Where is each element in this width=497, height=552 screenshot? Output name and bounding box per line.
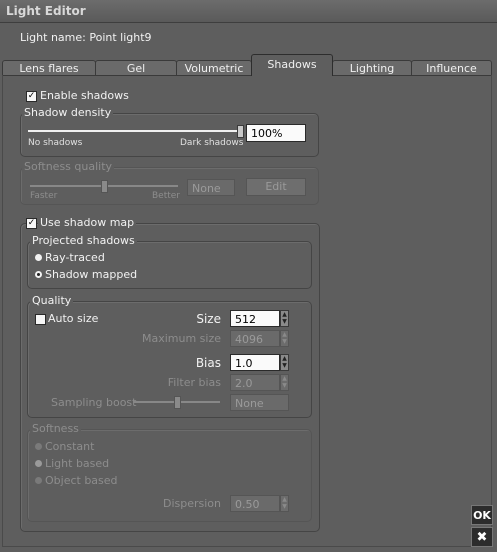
dispersion-input: 0.50 <box>230 495 280 512</box>
light-based-label: Light based <box>45 457 110 470</box>
check-icon: ✓ <box>27 91 36 101</box>
quality-title: Quality <box>30 294 74 307</box>
softness-quality-slider-thumb <box>101 180 108 193</box>
object-based-label: Object based <box>45 474 118 487</box>
shadow-density-min-label: No shadows <box>28 138 83 148</box>
maximum-size-label: Maximum size <box>141 332 221 345</box>
ray-traced-label: Ray-traced <box>45 251 105 264</box>
sampling-boost-slider-thumb <box>174 396 181 409</box>
shadow-density-input[interactable]: 100% <box>246 124 306 142</box>
shadow-density-slider-thumb[interactable] <box>237 125 244 138</box>
arrow-up-icon[interactable]: ▲ <box>282 355 287 362</box>
filter-bias-spinner: ▲ ▼ <box>280 374 289 391</box>
arrow-up-icon: ▲ <box>282 331 287 338</box>
tab-lighting[interactable]: Lighting <box>332 60 412 76</box>
tab-shadows[interactable]: Shadows <box>251 54 333 76</box>
size-input[interactable]: 512 <box>230 310 280 327</box>
shadow-mapped-radio[interactable] <box>35 271 42 278</box>
window-title: Light Editor <box>6 4 86 18</box>
arrow-down-icon[interactable]: ▼ <box>282 362 287 369</box>
tab-lens-flares[interactable]: Lens flares <box>2 60 96 76</box>
softness-quality-min-label: Faster <box>30 191 58 201</box>
size-spinner[interactable]: ▲ ▼ <box>280 310 289 327</box>
use-shadow-map-label: Use shadow map <box>38 216 137 229</box>
tab-influence[interactable]: Influence <box>411 60 492 76</box>
maximum-size-input: 4096 <box>230 330 280 347</box>
use-shadow-map-checkbox[interactable]: ✓ <box>26 218 37 229</box>
tab-volumetric[interactable]: Volumetric <box>176 60 252 76</box>
light-name-label: Light name: Point light9 <box>20 31 152 44</box>
bias-input[interactable]: 1.0 <box>230 354 280 371</box>
softness-quality-input: None <box>187 179 235 196</box>
filter-bias-label: Filter bias <box>167 376 221 389</box>
object-based-radio <box>35 477 42 484</box>
arrow-down-icon[interactable]: ▼ <box>282 318 287 325</box>
close-icon[interactable]: ✖ <box>471 527 493 547</box>
bias-spinner[interactable]: ▲ ▼ <box>280 354 289 371</box>
sampling-boost-input: None <box>230 394 289 411</box>
shadow-density-title: Shadow density <box>22 106 114 119</box>
enable-shadows-checkbox[interactable]: ✓ <box>26 91 37 102</box>
projected-shadows-group <box>27 241 312 289</box>
shadow-density-slider-track[interactable] <box>28 130 240 132</box>
arrow-up-icon: ▲ <box>282 375 287 382</box>
constant-label: Constant <box>45 440 95 453</box>
dispersion-label: Dispersion <box>162 497 221 510</box>
softness-title: Softness <box>30 422 81 435</box>
ray-traced-radio[interactable] <box>35 254 42 261</box>
shadow-density-max-label: Dark shadows <box>180 138 244 148</box>
shadow-mapped-label: Shadow mapped <box>45 268 138 281</box>
projected-shadows-title: Projected shadows <box>30 234 137 247</box>
window-titlebar[interactable]: Light Editor <box>0 0 497 23</box>
maximum-size-spinner: ▲ ▼ <box>280 330 289 347</box>
auto-size-label: Auto size <box>48 312 99 325</box>
bias-label: Bias <box>195 356 221 370</box>
softness-quality-max-label: Better <box>152 191 181 201</box>
ok-button[interactable]: OK <box>471 505 493 525</box>
size-label: Size <box>196 312 221 326</box>
auto-size-checkbox[interactable] <box>35 314 46 325</box>
tab-gel[interactable]: Gel <box>95 60 177 76</box>
tab-bar: Lens flares Gel Volumetric Shadows Light… <box>2 54 492 76</box>
check-icon: ✓ <box>27 218 36 228</box>
arrow-down-icon: ▼ <box>282 503 287 510</box>
sampling-boost-label: Sampling boost <box>51 396 137 409</box>
arrow-up-icon[interactable]: ▲ <box>282 311 287 318</box>
softness-quality-edit-button: Edit <box>246 178 306 196</box>
filter-bias-input: 2.0 <box>230 374 280 391</box>
enable-shadows-label: Enable shadows <box>40 89 129 102</box>
arrow-down-icon: ▼ <box>282 338 287 345</box>
softness-quality-title: Softness quality <box>22 160 115 173</box>
constant-radio <box>35 443 42 450</box>
arrow-up-icon: ▲ <box>282 496 287 503</box>
arrow-down-icon: ▼ <box>282 382 287 389</box>
light-based-radio <box>35 460 42 467</box>
dispersion-spinner: ▲ ▼ <box>280 495 289 512</box>
